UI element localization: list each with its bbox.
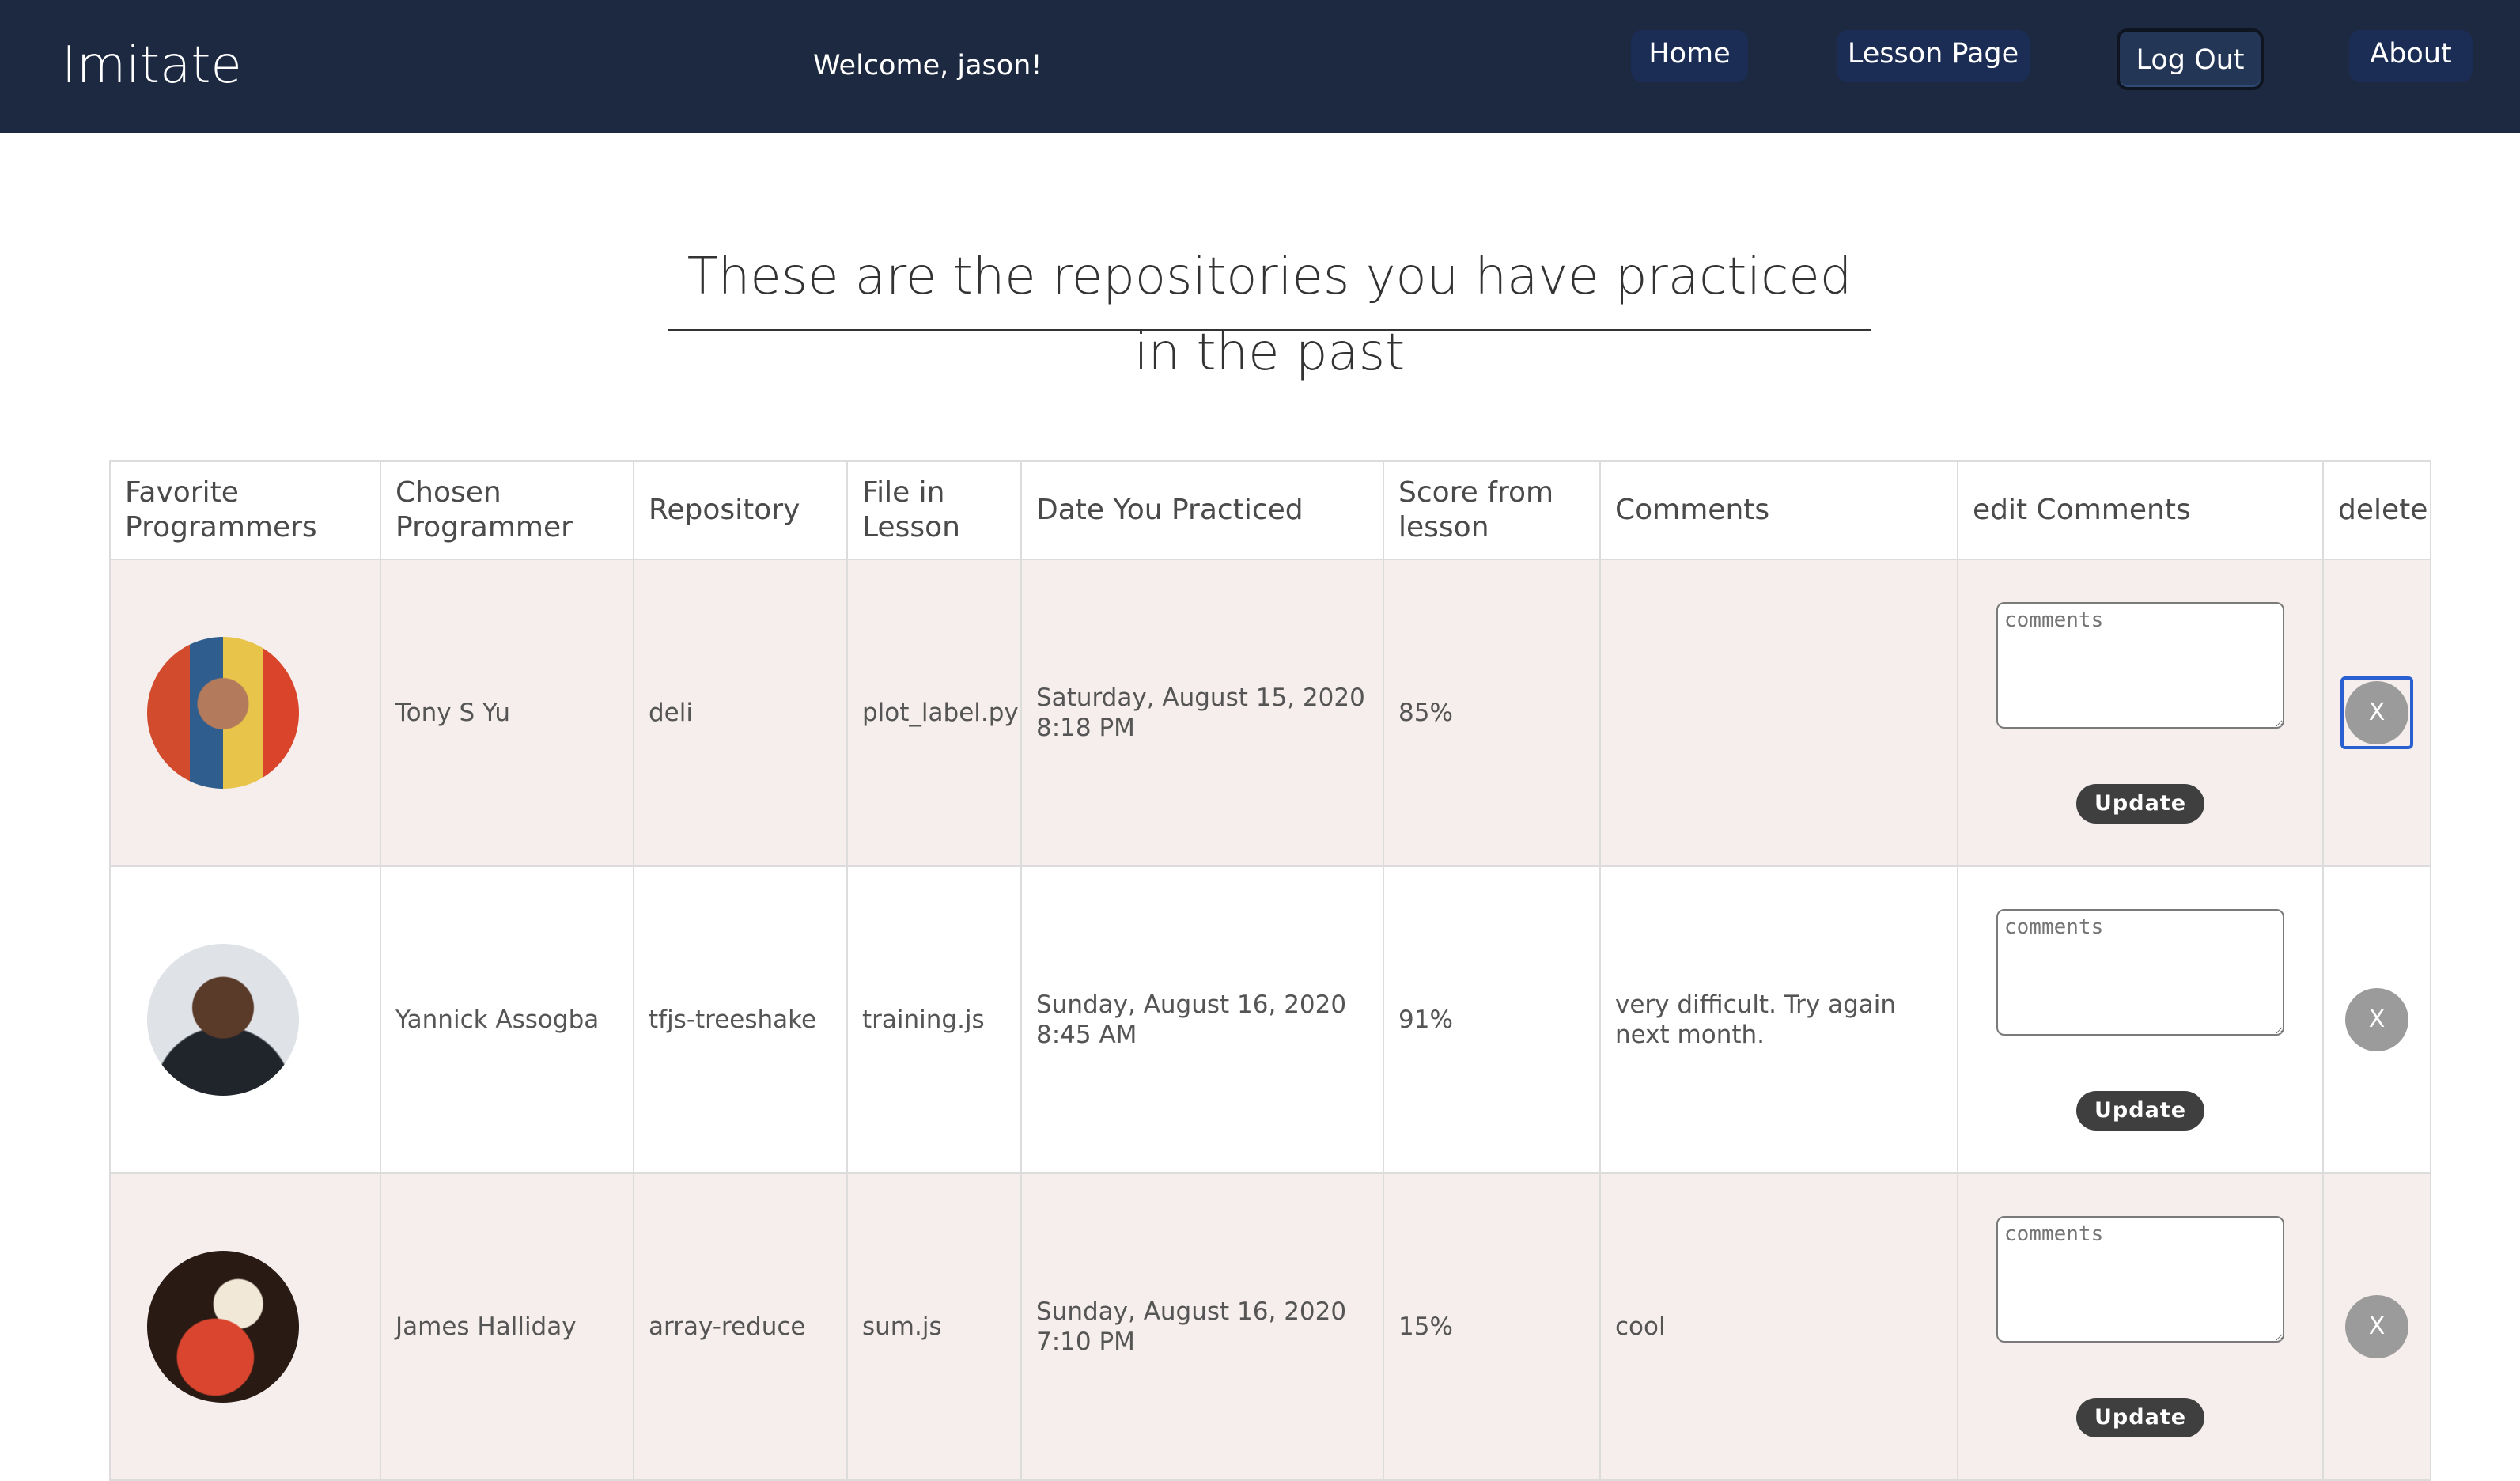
date-cell: Sunday, August 16, 2020 7:10 PM [1020, 1172, 1384, 1481]
header-edit-comments: edit Comments [1957, 460, 2324, 560]
header-date-practiced: Date You Practiced [1020, 460, 1384, 560]
brand-logo[interactable]: Imitate [62, 30, 242, 101]
navbar: Imitate Welcome, jason! Home Lesson Page… [0, 0, 2520, 133]
header-file-in-lesson: File in Lesson [846, 460, 1022, 560]
header-chosen-programmer: Chosen Programmer [380, 460, 634, 560]
repository-cell: deli [633, 559, 848, 867]
avatar-cell [109, 1172, 381, 1481]
file-cell: sum.js [846, 1172, 1022, 1481]
update-button[interactable]: Update [2076, 784, 2204, 824]
score-cell: 85% [1383, 559, 1601, 867]
header-favorite-programmers: Favorite Programmers [109, 460, 381, 560]
welcome-message: Welcome, jason! [813, 50, 1042, 81]
edit-comments-cell: Update [1957, 1172, 2324, 1481]
delete-cell: X [2322, 1172, 2431, 1481]
avatar[interactable] [147, 944, 299, 1096]
practice-history-table: Favorite Programmers Chosen Programmer R… [109, 460, 2431, 1481]
heading-underline [668, 329, 1871, 331]
programmer-cell: James Halliday [380, 1172, 634, 1481]
date-cell: Sunday, August 16, 2020 8:45 AM [1020, 865, 1384, 1174]
comments-cell: very difficult. Try again next month. [1599, 865, 1958, 1174]
header-score: Score from lesson [1383, 460, 1601, 560]
comments-cell [1599, 559, 1958, 867]
score-cell: 91% [1383, 865, 1601, 1174]
update-button[interactable]: Update [2076, 1091, 2204, 1131]
delete-cell: X [2322, 865, 2431, 1174]
header-repository: Repository [633, 460, 848, 560]
delete-focus-ring: X [2340, 676, 2413, 749]
header-comments: Comments [1599, 460, 1958, 560]
comments-input[interactable] [1996, 909, 2284, 1036]
avatar[interactable] [147, 637, 299, 789]
page-title: These are the repositories you have prac… [687, 248, 1852, 382]
table-header-row: Favorite Programmers Chosen Programmer R… [109, 460, 2431, 560]
programmer-cell: Yannick Assogba [380, 865, 634, 1174]
avatar-cell [109, 865, 381, 1174]
nav-lesson-page-button[interactable]: Lesson Page [1837, 30, 2030, 82]
repository-cell: array-reduce [633, 1172, 848, 1481]
score-cell: 15% [1383, 1172, 1601, 1481]
date-cell: Saturday, August 15, 2020 8:18 PM [1020, 559, 1384, 867]
update-button[interactable]: Update [2076, 1398, 2204, 1437]
table-row: James Halliday array-reduce sum.js Sunda… [109, 1172, 2431, 1481]
table-row: Tony S Yu deli plot_label.py Saturday, A… [109, 559, 2431, 867]
table-row: Yannick Assogba tfjs-treeshake training.… [109, 865, 2431, 1174]
avatar-cell [109, 559, 381, 867]
logout-button[interactable]: Log Out [2117, 28, 2264, 90]
nav-about-button[interactable]: About [2349, 30, 2473, 82]
delete-button[interactable]: X [2345, 681, 2408, 744]
programmer-cell: Tony S Yu [380, 559, 634, 867]
comments-input[interactable] [1996, 602, 2284, 729]
delete-cell: X [2322, 559, 2431, 867]
comments-input[interactable] [1996, 1216, 2284, 1343]
file-cell: training.js [846, 865, 1022, 1174]
header-delete: delete [2322, 460, 2431, 560]
edit-comments-cell: Update [1957, 559, 2324, 867]
edit-comments-cell: Update [1957, 865, 2324, 1174]
delete-button[interactable]: X [2345, 1295, 2408, 1358]
file-cell: plot_label.py [846, 559, 1022, 867]
repository-cell: tfjs-treeshake [633, 865, 848, 1174]
nav-home-button[interactable]: Home [1631, 30, 1748, 82]
delete-button[interactable]: X [2345, 988, 2408, 1051]
avatar[interactable] [147, 1251, 299, 1403]
comments-cell: cool [1599, 1172, 1958, 1481]
